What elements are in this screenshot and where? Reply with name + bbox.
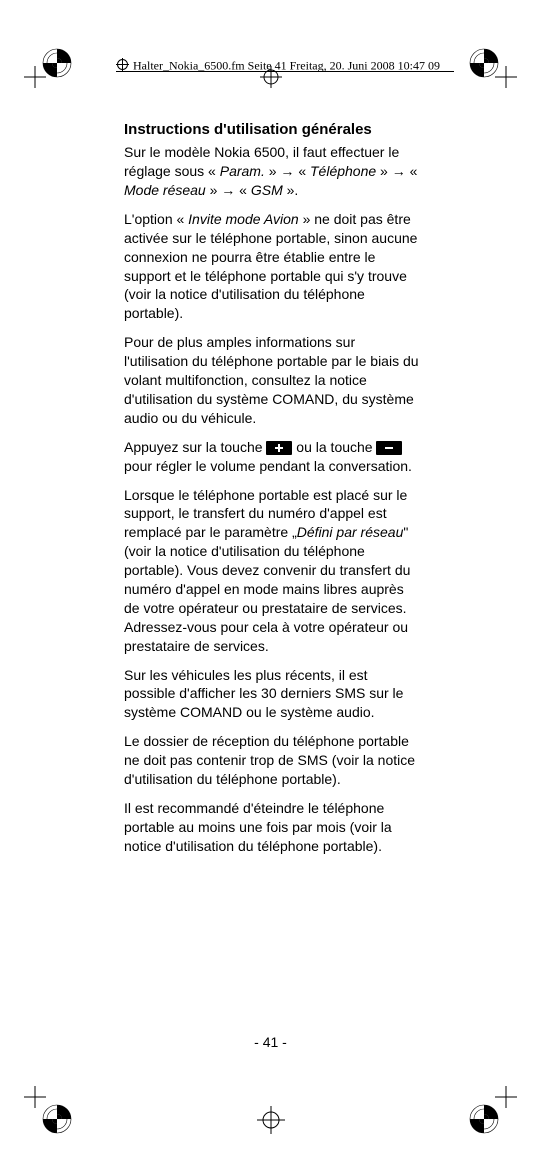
plus-key-icon xyxy=(266,441,292,455)
paragraph: Lorsque le téléphone portable est placé … xyxy=(124,486,420,656)
paragraph: Sur le modèle Nokia 6500, il faut effect… xyxy=(124,143,420,200)
paragraph: Le dossier de réception du téléphone por… xyxy=(124,732,420,789)
paragraph: Il est recommandé d'éteindre le téléphon… xyxy=(124,799,420,856)
paragraph: Pour de plus amples informations sur l'u… xyxy=(124,333,420,427)
page-number: - 41 - xyxy=(0,1034,541,1050)
crop-mark-icon xyxy=(495,66,517,88)
registration-mark-icon xyxy=(116,58,129,72)
page-content: Instructions d'utilisation générales Sur… xyxy=(124,120,420,866)
crop-mark-icon xyxy=(24,1086,46,1108)
crop-mark-icon xyxy=(495,1086,517,1108)
color-target-icon xyxy=(42,48,72,78)
registration-mark-icon xyxy=(257,1106,285,1134)
color-target-icon xyxy=(469,1104,499,1134)
header-text: Halter_Nokia_6500.fm Seite 41 Freitag, 2… xyxy=(133,58,440,72)
crop-mark-icon xyxy=(24,66,46,88)
minus-key-icon xyxy=(376,441,402,455)
paragraph: Sur les véhicules les plus récents, il e… xyxy=(124,666,420,723)
color-target-icon xyxy=(42,1104,72,1134)
paragraph: Appuyez sur la touche ou la touche pour … xyxy=(124,438,420,476)
header-filename: Halter_Nokia_6500.fm Seite 41 Freitag, 2… xyxy=(116,58,454,72)
section-heading: Instructions d'utilisation générales xyxy=(124,120,420,140)
paragraph: L'option « Invite mode Avion » ne doit p… xyxy=(124,210,420,323)
